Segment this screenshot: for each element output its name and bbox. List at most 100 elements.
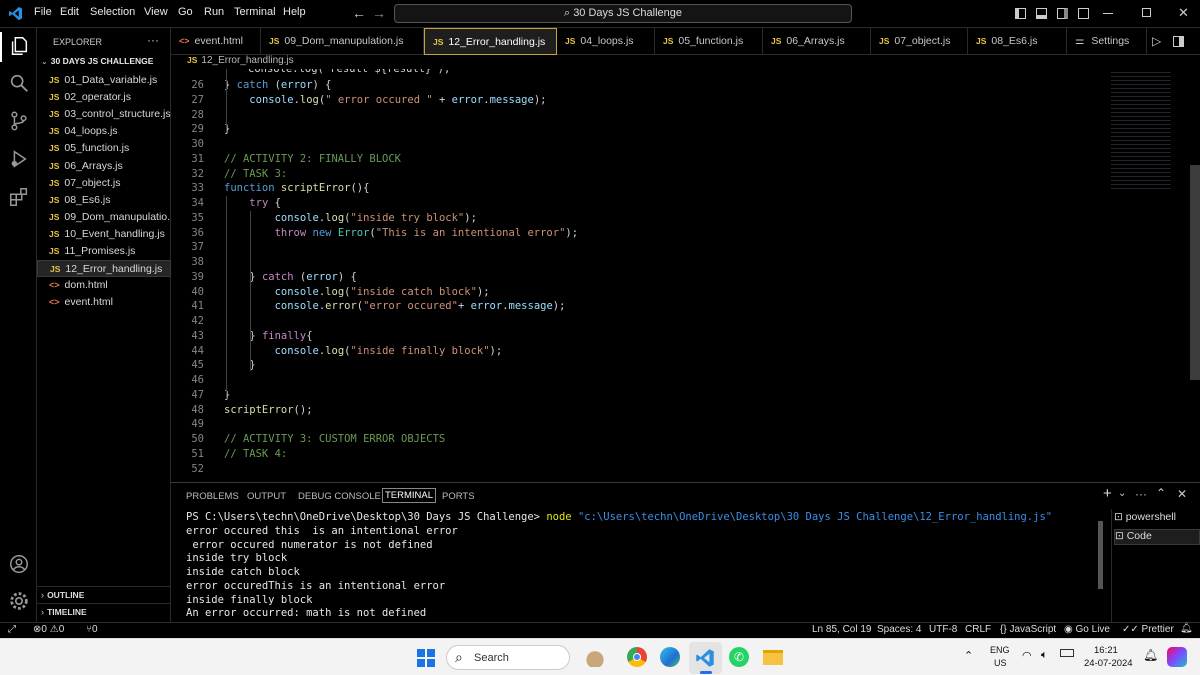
- editor-tab[interactable]: JS 09_Dom_manupulation.js: [261, 28, 424, 55]
- new-terminal-plus-icon[interactable]: +: [1103, 485, 1112, 502]
- file-item[interactable]: JS 09_Dom_manupulatio...: [37, 209, 171, 226]
- timeline-section[interactable]: › TIMELINE: [37, 603, 171, 620]
- line-ending[interactable]: CRLF: [965, 624, 991, 635]
- chevron-down-icon[interactable]: ⌄: [1118, 488, 1126, 499]
- menu-edit[interactable]: Edit: [60, 6, 79, 18]
- go-live-button[interactable]: ◉ Go Live: [1064, 624, 1110, 635]
- more-actions-icon[interactable]: ···: [1135, 487, 1147, 501]
- panel-tab-problems[interactable]: PROBLEMS: [186, 491, 239, 502]
- taskbar-search[interactable]: ⌕ Search: [446, 645, 570, 670]
- maximize-panel-chevron-icon[interactable]: ⌃: [1156, 486, 1166, 500]
- battery-icon[interactable]: [1060, 649, 1074, 657]
- toggle-secondary-sidebar-icon[interactable]: [1057, 8, 1068, 19]
- minimap[interactable]: [1111, 69, 1171, 189]
- language-mode[interactable]: {} JavaScript: [1000, 624, 1056, 635]
- terminal-instance[interactable]: ⊡ Code: [1114, 529, 1200, 545]
- account-icon[interactable]: [8, 553, 30, 575]
- windows-start-icon[interactable]: [417, 649, 435, 667]
- close-icon[interactable]: ✕: [1178, 5, 1189, 21]
- more-actions-icon[interactable]: ···: [147, 33, 159, 47]
- forward-arrow-icon[interactable]: →: [372, 5, 386, 21]
- problems-indicator[interactable]: ⊗0 ⚠0: [33, 624, 64, 635]
- ports-indicator[interactable]: ⑂0: [86, 624, 98, 635]
- editor-tab[interactable]: JS 05_function.js: [655, 28, 763, 55]
- file-item[interactable]: JS 08_Es6.js: [37, 192, 171, 209]
- menu-view[interactable]: View: [144, 6, 168, 18]
- editor-tab[interactable]: ⚌ Settings: [1067, 28, 1147, 55]
- toggle-sidebar-icon[interactable]: [1015, 8, 1026, 19]
- breadcrumb[interactable]: JS 12_Error_handling.js: [171, 55, 294, 69]
- file-item[interactable]: <> dom.html: [37, 277, 171, 294]
- language-indicator[interactable]: ENG: [990, 645, 1010, 655]
- file-item[interactable]: JS 02_operator.js: [37, 89, 171, 106]
- explorer-files-icon[interactable]: [8, 35, 30, 57]
- notification-bell-icon[interactable]: 🔔︎: [1143, 648, 1158, 662]
- wifi-icon[interactable]: ◠: [1022, 649, 1032, 662]
- editor-scrollbar[interactable]: [1190, 165, 1200, 380]
- region-indicator[interactable]: US: [994, 658, 1007, 668]
- split-editor-icon[interactable]: [1173, 36, 1184, 47]
- file-item[interactable]: JS 10_Event_handling.js: [37, 226, 171, 243]
- terminal-output[interactable]: PS C:\Users\techn\OneDrive\Desktop\30 Da…: [171, 509, 1086, 621]
- file-item[interactable]: <> event.html: [37, 294, 171, 311]
- restore-icon[interactable]: [1142, 8, 1151, 17]
- file-item[interactable]: JS 04_loops.js: [37, 123, 171, 140]
- copilot-icon[interactable]: [1167, 647, 1187, 667]
- file-item[interactable]: JS 07_object.js: [37, 175, 171, 192]
- clock-time[interactable]: 16:21: [1094, 645, 1118, 656]
- encoding[interactable]: UTF-8: [929, 624, 957, 635]
- editor-tab[interactable]: JS 06_Arrays.js: [763, 28, 871, 55]
- menu-help[interactable]: Help: [283, 6, 306, 18]
- command-center-search[interactable]: ⌕ 30 Days JS Challenge: [394, 4, 852, 23]
- indentation[interactable]: Spaces: 4: [877, 624, 921, 635]
- cursor-position[interactable]: Ln 85, Col 19: [812, 624, 872, 635]
- terminal-instance[interactable]: ⊡ powershell: [1114, 511, 1200, 527]
- close-panel-icon[interactable]: ✕: [1177, 487, 1187, 501]
- widget-stones-icon[interactable]: [577, 649, 613, 667]
- file-item[interactable]: JS 12_Error_handling.js: [37, 260, 171, 278]
- menu-run[interactable]: Run: [204, 6, 224, 18]
- minimize-icon[interactable]: [1103, 13, 1113, 14]
- terminal-scrollbar[interactable]: [1098, 521, 1103, 589]
- notifications-bell-icon[interactable]: 🔔︎: [1180, 623, 1193, 634]
- folder-header[interactable]: ⌄ 30 DAYS JS CHALLENGE: [37, 55, 171, 70]
- file-item[interactable]: JS 01_Data_variable.js: [37, 72, 171, 89]
- toggle-panel-icon[interactable]: [1036, 8, 1047, 19]
- file-item[interactable]: JS 03_control_structure.js: [37, 106, 171, 123]
- customize-layout-icon[interactable]: [1078, 8, 1089, 19]
- show-hidden-icons-chevron[interactable]: ⌃: [964, 649, 973, 662]
- back-arrow-icon[interactable]: ←: [352, 5, 366, 21]
- editor-tab[interactable]: <> event.html: [171, 28, 261, 55]
- extensions-icon[interactable]: [8, 186, 30, 208]
- prettier-button[interactable]: ✓✓ Prettier: [1122, 624, 1174, 635]
- editor-tab[interactable]: JS 07_object.js: [871, 28, 968, 55]
- file-item[interactable]: JS 05_function.js: [37, 140, 171, 157]
- file-item[interactable]: JS 11_Promises.js: [37, 243, 171, 260]
- panel-tab-output[interactable]: OUTPUT: [247, 491, 286, 502]
- panel-tab-debug-console[interactable]: DEBUG CONSOLE: [298, 491, 381, 502]
- menu-selection[interactable]: Selection: [90, 6, 135, 18]
- run-debug-icon[interactable]: [8, 148, 30, 170]
- editor-tab[interactable]: JS 08_Es6.js: [968, 28, 1067, 55]
- panel-tab-terminal[interactable]: TERMINAL: [382, 488, 437, 503]
- file-explorer-icon[interactable]: [763, 650, 783, 665]
- editor-tab[interactable]: JS 04_loops.js: [557, 28, 655, 55]
- menu-file[interactable]: File: [34, 6, 52, 18]
- outline-section[interactable]: › OUTLINE: [37, 586, 171, 603]
- code-editor[interactable]: console.log(`result ${result}`); 26} catc…: [171, 69, 1200, 482]
- vscode-taskbar-button[interactable]: [689, 642, 722, 674]
- whatsapp-icon[interactable]: ✆: [729, 647, 749, 667]
- manage-gear-icon[interactable]: [8, 590, 30, 612]
- run-play-icon[interactable]: ▷: [1152, 34, 1161, 48]
- clock-date[interactable]: 24-07-2024: [1084, 658, 1133, 669]
- search-icon[interactable]: [8, 72, 30, 94]
- editor-tab[interactable]: JS 12_Error_handling.js: [424, 28, 557, 55]
- source-control-icon[interactable]: [8, 110, 30, 132]
- menu-terminal[interactable]: Terminal: [234, 6, 276, 18]
- menu-go[interactable]: Go: [178, 6, 193, 18]
- remote-icon[interactable]: ⤢: [8, 624, 16, 635]
- file-item[interactable]: JS 06_Arrays.js: [37, 158, 171, 175]
- edge-icon[interactable]: [660, 647, 680, 667]
- volume-icon[interactable]: 🔈︎: [1041, 649, 1048, 662]
- panel-tab-ports[interactable]: PORTS: [442, 491, 475, 502]
